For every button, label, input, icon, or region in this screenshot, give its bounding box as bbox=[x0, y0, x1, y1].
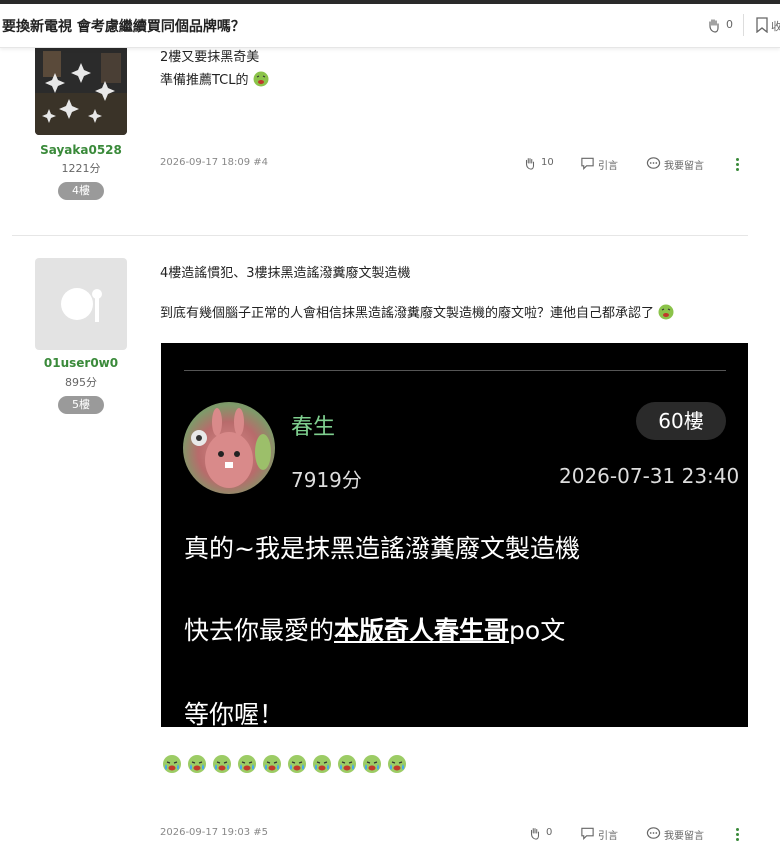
floor-badge: 5樓 bbox=[58, 396, 104, 414]
quoted-date: 2026-07-31 23:40 bbox=[559, 464, 740, 488]
post-date: 2026-09-17 18:09 #4 bbox=[160, 157, 269, 168]
post-date: 2026-09-17 19:03 #5 bbox=[160, 827, 269, 838]
avatar[interactable] bbox=[35, 43, 127, 135]
clap-count: 0 bbox=[546, 827, 553, 838]
clap-count: 0 bbox=[726, 18, 733, 31]
bookmark-icon[interactable] bbox=[755, 17, 769, 33]
cry-emoji-icon bbox=[338, 755, 356, 773]
post-text-line: 4樓造謠慣犯、3樓抹黑造謠潑糞廢文製造機 bbox=[160, 266, 411, 281]
cry-emoji-icon bbox=[238, 755, 256, 773]
window-edge bbox=[0, 0, 780, 4]
user-score: 895分 bbox=[65, 376, 97, 389]
quoted-floor-badge: 60樓 bbox=[636, 402, 726, 440]
quoted-screenshot[interactable]: 春生 60樓 7919分 2026-07-31 23:40 真的~我是抹黑造謠潑… bbox=[161, 343, 748, 727]
quote-icon[interactable] bbox=[580, 826, 595, 840]
quoted-text-line: 等你喔！ bbox=[184, 700, 285, 727]
more-icon[interactable] bbox=[736, 828, 740, 843]
vomit-emoji-icon bbox=[658, 304, 674, 320]
username[interactable]: Sayaka0528 bbox=[12, 143, 150, 157]
more-icon[interactable] bbox=[736, 158, 740, 173]
cry-emoji-icon bbox=[313, 755, 331, 773]
quote-button[interactable]: 引言 bbox=[598, 827, 618, 842]
post-text-segment: 到底有幾個腦子正常的人會相信抹黑造謠潑糞廢文製造機的廢文啦？連他自己都承認了 bbox=[160, 306, 655, 321]
clap-icon[interactable] bbox=[528, 826, 542, 840]
cry-emoji-icon bbox=[388, 755, 406, 773]
divider bbox=[743, 14, 744, 36]
quote-icon[interactable] bbox=[580, 156, 595, 170]
emoji-row bbox=[161, 753, 411, 775]
post-text-line: 到底有幾個腦子正常的人會相信抹黑造謠潑糞廢文製造機的廢文啦？連他自己都承認了 bbox=[160, 302, 674, 321]
thread-title: 要換新電視 會考慮繼續買同個品牌嗎？ bbox=[2, 19, 245, 35]
avatar[interactable] bbox=[35, 258, 127, 350]
divider bbox=[184, 370, 726, 371]
quoted-link: 本版奇人春生哥 bbox=[334, 616, 510, 645]
vomit-emoji-icon bbox=[253, 71, 269, 87]
cry-emoji-icon bbox=[188, 755, 206, 773]
reply-button[interactable]: 我要留言 bbox=[664, 157, 704, 172]
post-text-segment: 準備推薦TCL的 bbox=[160, 73, 249, 88]
post-text-line: 準備推薦TCL的 bbox=[160, 69, 269, 88]
post-text-line: 2樓又要抹黑奇美 bbox=[160, 50, 260, 65]
comment-icon[interactable] bbox=[646, 826, 661, 840]
default-avatar-icon bbox=[61, 288, 102, 322]
top-bar: 要換新電視 會考慮繼續買同個品牌嗎？ 0 收 bbox=[0, 0, 780, 48]
cry-emoji-icon bbox=[363, 755, 381, 773]
reply-button[interactable]: 我要留言 bbox=[664, 827, 704, 842]
username[interactable]: 01user0w0 bbox=[12, 356, 150, 370]
user-score: 1221分 bbox=[61, 162, 101, 175]
rabbit-avatar-image bbox=[191, 408, 271, 488]
cry-emoji-icon bbox=[213, 755, 231, 773]
clap-icon[interactable] bbox=[706, 17, 722, 33]
comment-icon[interactable] bbox=[646, 156, 661, 170]
quoted-text-segment: 快去你最愛的 bbox=[184, 616, 335, 645]
cry-emoji-icon bbox=[163, 755, 181, 773]
avatar bbox=[183, 402, 275, 494]
floor-badge: 4樓 bbox=[58, 182, 104, 200]
quoted-text-line: 快去你最愛的本版奇人春生哥po文 bbox=[184, 611, 565, 647]
quoted-text-line: 真的~我是抹黑造謠潑糞廢文製造機 bbox=[184, 534, 580, 563]
save-button[interactable]: 收 bbox=[771, 18, 780, 34]
cry-emoji-icon bbox=[288, 755, 306, 773]
cry-emoji-icon bbox=[263, 755, 281, 773]
clap-icon[interactable] bbox=[523, 156, 537, 170]
quote-button[interactable]: 引言 bbox=[598, 157, 618, 172]
clap-count: 10 bbox=[541, 157, 554, 168]
quoted-score: 7919分 bbox=[291, 468, 362, 492]
quoted-text-segment: po文 bbox=[509, 616, 566, 645]
post-separator bbox=[12, 235, 748, 236]
quoted-username: 春生 bbox=[291, 415, 336, 440]
avatar-image bbox=[35, 43, 127, 135]
